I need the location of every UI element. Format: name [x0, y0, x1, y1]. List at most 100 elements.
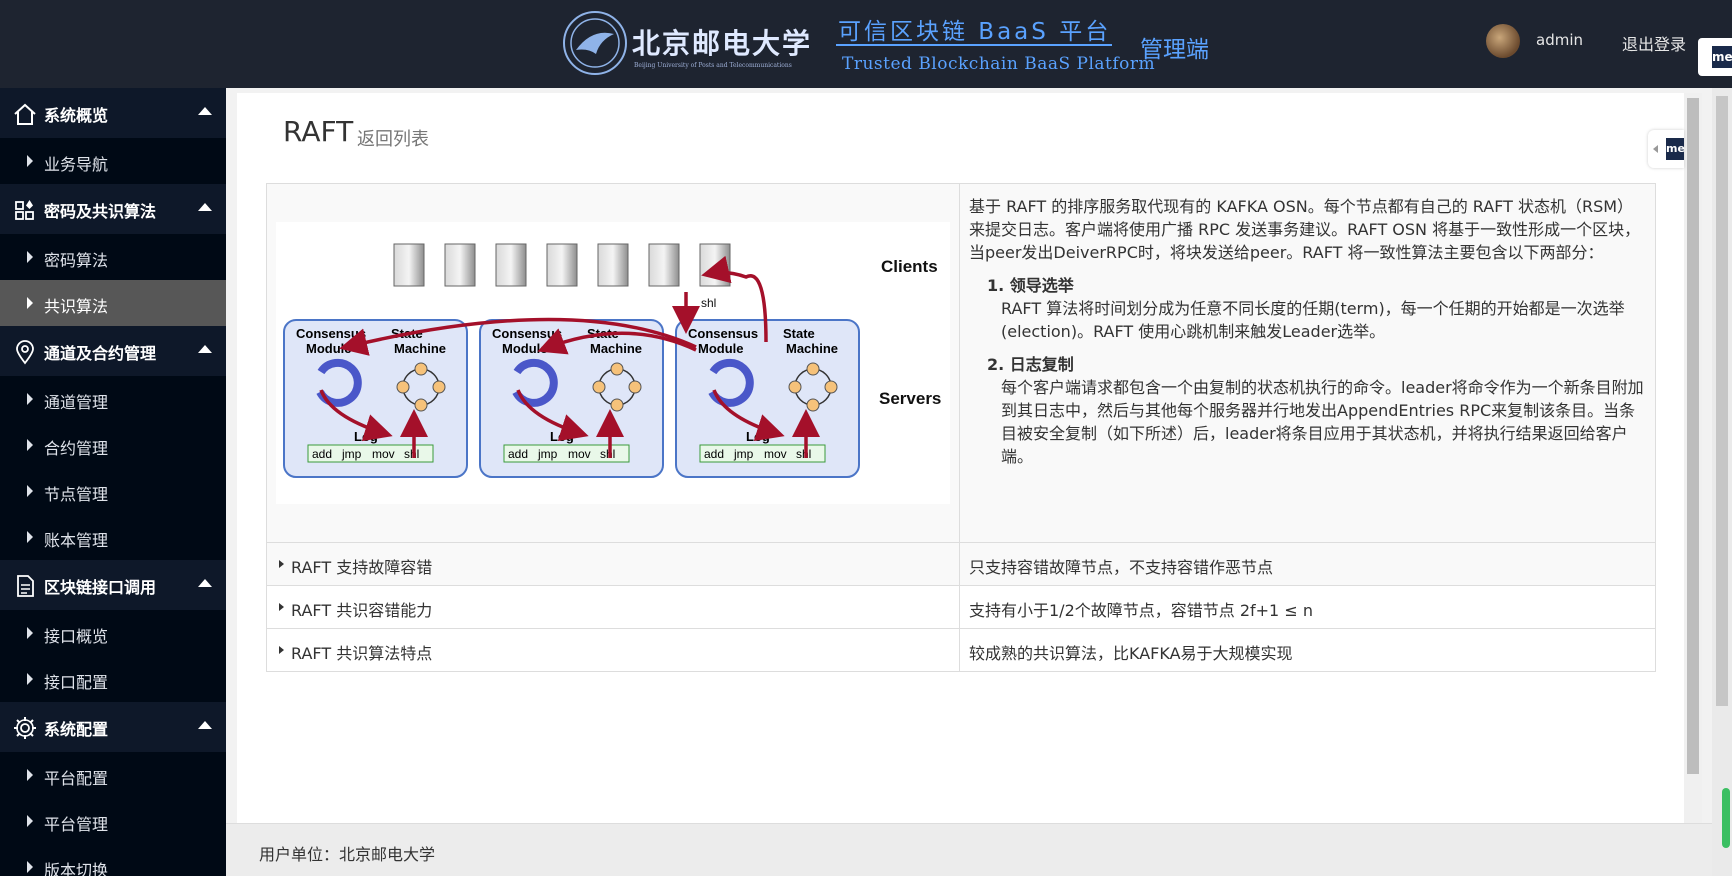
user-name[interactable]: admin	[1536, 31, 1583, 49]
home-icon	[14, 103, 36, 125]
svg-text:Module: Module	[306, 341, 352, 356]
sidebar-group-channel-contract[interactable]: 通道及合约管理	[0, 326, 226, 376]
svg-text:Machine: Machine	[590, 341, 642, 356]
svg-text:shl: shl	[796, 447, 811, 461]
footer: 用户单位：北京邮电大学	[226, 823, 1712, 876]
platform-title: 可信区块链 BaaS 平台	[838, 19, 1112, 45]
description-intro: 基于 RAFT 的排序服务取代现有的 KAFKA OSN。每个节点都有自己的 R…	[969, 197, 1641, 262]
location-icon	[16, 340, 34, 365]
back-to-list-link[interactable]: 返回列表	[357, 125, 429, 151]
sidebar-group-overview[interactable]: 系统概览	[0, 88, 226, 138]
collapse-caret-icon	[198, 721, 212, 729]
gear-icon	[14, 717, 36, 739]
collapse-caret-icon	[198, 203, 212, 211]
server-box-1: Consensus Module State Machine Log add j…	[283, 319, 468, 478]
detail-table: Clients Servers shl Consensus Module Sta…	[266, 183, 1656, 672]
sidebar-item-business-nav[interactable]: 业务导航	[0, 138, 226, 184]
collapse-caret-icon	[198, 579, 212, 587]
caret-right-icon	[27, 769, 33, 781]
sidebar-item-contract[interactable]: 合约管理	[0, 422, 226, 468]
content-scrollbar[interactable]	[1684, 93, 1702, 823]
sidebar-group-crypto-consensus[interactable]: 密码及共识算法	[0, 184, 226, 234]
document-icon	[17, 575, 34, 597]
section-heading-log-replication: 2. 日志复制	[987, 355, 1074, 374]
platform-divider	[836, 44, 1112, 46]
page-title: RAFT	[283, 115, 354, 148]
svg-text:jmp: jmp	[537, 447, 558, 461]
main-content: RAFT 返回列表 Clients Servers shl Consensus …	[237, 93, 1684, 823]
sidebar-item-version-switch[interactable]: 版本切换	[0, 844, 226, 876]
sidebar-item-channel[interactable]: 通道管理	[0, 376, 226, 422]
logout-link[interactable]: 退出登录	[1622, 31, 1686, 55]
caret-right-icon	[279, 560, 284, 568]
caret-right-icon	[27, 861, 33, 873]
collapse-caret-icon	[198, 345, 212, 353]
role-label: 管理端	[1140, 37, 1209, 63]
sidebar-item-crypto[interactable]: 密码算法	[0, 234, 226, 280]
user-unit: 用户单位：北京邮电大学	[259, 845, 436, 864]
servers-label: Servers	[879, 389, 941, 408]
caret-right-icon	[279, 603, 284, 611]
client-machines	[393, 243, 731, 287]
me-badge: me	[1712, 46, 1732, 68]
server-box-3: Consensus Module State Machine Log add j…	[675, 319, 860, 478]
caret-right-icon	[27, 627, 33, 639]
caret-right-icon	[27, 485, 33, 497]
svg-text:mov: mov	[764, 447, 787, 461]
svg-text:Module: Module	[502, 341, 548, 356]
content-scroll-thumb[interactable]	[1687, 98, 1699, 774]
section-text-log-replication: 每个客户端请求都包含一个由复制的状态机执行的命令。leader将命令作为一个新条…	[1001, 378, 1644, 466]
sidebar-item-consensus[interactable]: 共识算法	[0, 280, 226, 326]
sidebar-item-platform-config[interactable]: 平台配置	[0, 752, 226, 798]
collapse-caret-icon	[198, 107, 212, 115]
university-name-en: Beijing University of Posts and Telecomm…	[634, 62, 792, 69]
svg-text:Machine: Machine	[394, 341, 446, 356]
description-cell: 基于 RAFT 的排序服务取代现有的 KAFKA OSN。每个节点都有自己的 R…	[960, 184, 1655, 542]
svg-text:Consensus: Consensus	[492, 326, 562, 341]
diagram-cell: Clients Servers shl Consensus Module Sta…	[267, 184, 960, 542]
avatar[interactable]	[1486, 24, 1520, 58]
table-row: RAFT 支持故障容错 只支持容错故障节点，不支持容错作恶节点	[267, 542, 1655, 585]
svg-text:jmp: jmp	[341, 447, 362, 461]
sidebar-item-ledger[interactable]: 账本管理	[0, 514, 226, 560]
svg-text:Consensus: Consensus	[688, 326, 758, 341]
caret-right-icon	[27, 531, 33, 543]
caret-right-icon	[27, 815, 33, 827]
platform-title-en: Trusted Blockchain BaaS Platform	[842, 54, 1156, 74]
side-floating-tab[interactable]: me	[1648, 130, 1685, 168]
caret-right-icon	[27, 297, 33, 309]
chevron-left-icon	[1653, 145, 1658, 153]
sidebar-item-node[interactable]: 节点管理	[0, 468, 226, 514]
table-row: RAFT 共识容错能力 支持有小于1/2个故障节点，容错节点 2f+1 ≤ n	[267, 585, 1655, 628]
clients-label: Clients	[881, 257, 938, 276]
section-heading-leader-election: 1. 领导选举	[987, 276, 1074, 295]
scroll-indicator	[1722, 788, 1730, 848]
section-text-leader-election: RAFT 算法将时间划分成为任意不同长度的任期(term)，每一个任期的开始都是…	[1001, 299, 1625, 341]
page-scrollbar[interactable]	[1712, 88, 1732, 876]
svg-text:add: add	[508, 447, 528, 461]
svg-text:add: add	[312, 447, 332, 461]
page-scroll-thumb[interactable]	[1716, 96, 1728, 706]
caret-right-icon	[27, 673, 33, 685]
sidebar-item-platform-manage[interactable]: 平台管理	[0, 798, 226, 844]
svg-text:State: State	[783, 326, 815, 341]
svg-text:add: add	[704, 447, 724, 461]
caret-right-icon	[27, 251, 33, 263]
svg-text:jmp: jmp	[733, 447, 754, 461]
top-side-tab[interactable]: me	[1698, 38, 1732, 76]
server-box-2: Consensus Module State Machine Log add j…	[479, 319, 664, 478]
shl-label: shl	[701, 296, 716, 310]
sidebar-group-system-config[interactable]: 系统配置	[0, 702, 226, 752]
university-name: 北京邮电大学	[632, 27, 813, 60]
svg-text:mov: mov	[568, 447, 591, 461]
sidebar-item-api-config[interactable]: 接口配置	[0, 656, 226, 702]
svg-text:Machine: Machine	[786, 341, 838, 356]
caret-right-icon	[27, 439, 33, 451]
me-badge: me	[1666, 138, 1685, 160]
caret-right-icon	[27, 155, 33, 167]
svg-text:shl: shl	[600, 447, 615, 461]
sidebar-group-api[interactable]: 区块链接口调用	[0, 560, 226, 610]
table-row: Clients Servers shl Consensus Module Sta…	[267, 184, 1655, 542]
sidebar-item-api-overview[interactable]: 接口概览	[0, 610, 226, 656]
svg-text:mov: mov	[372, 447, 395, 461]
